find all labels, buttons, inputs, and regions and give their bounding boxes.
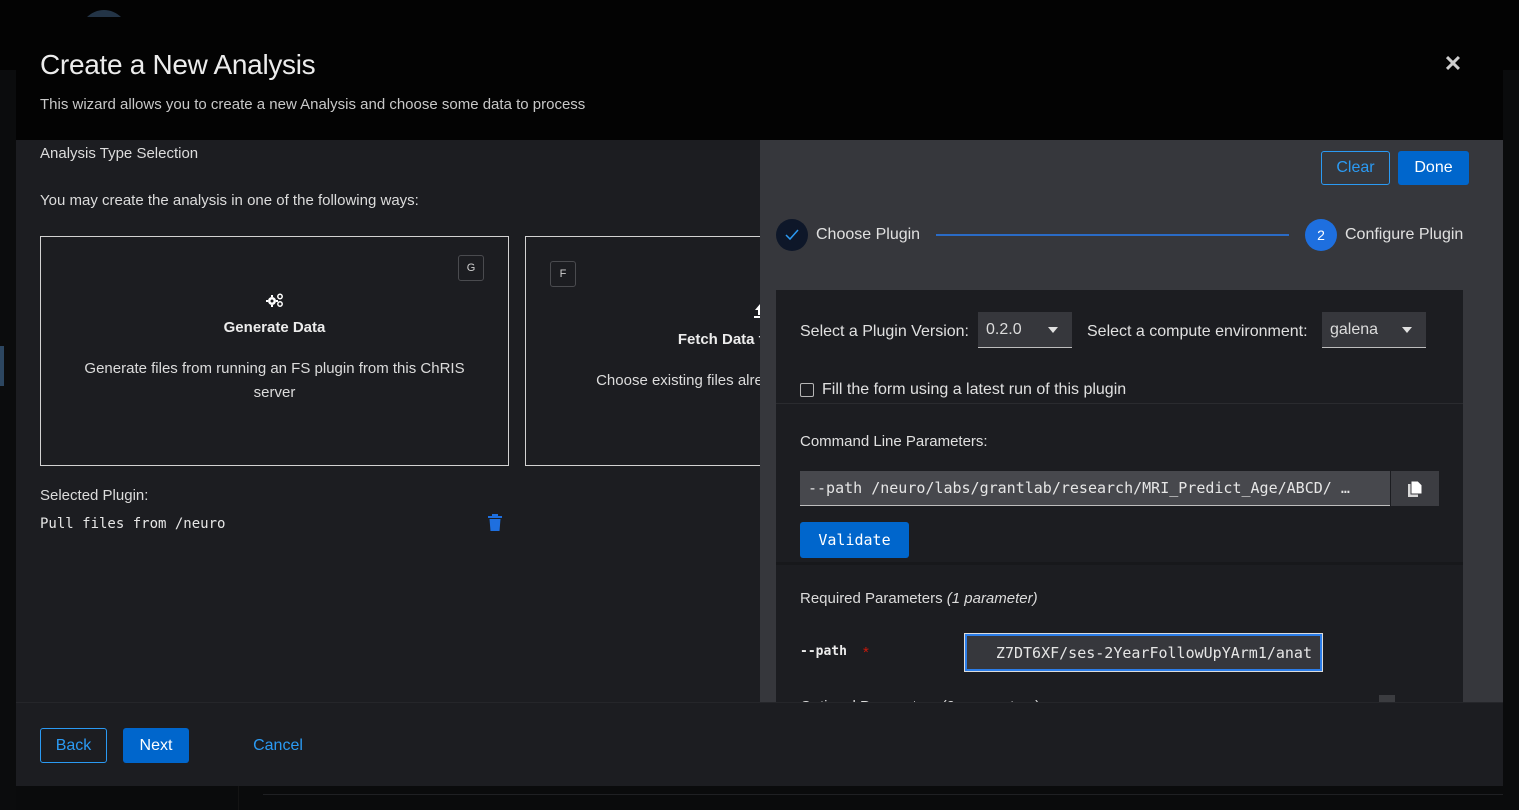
command-line-label: Command Line Parameters: [800, 433, 988, 450]
compute-env-select[interactable]: galena [1322, 312, 1426, 348]
selected-plugin-value: Pull files from /neuro [40, 516, 226, 532]
validate-button[interactable]: Validate [800, 522, 909, 558]
plugin-version-value: 0.2.0 [986, 320, 1022, 338]
next-button[interactable]: Next [123, 728, 189, 763]
required-params-label: Required Parameters [800, 590, 943, 607]
step-complete-indicator [776, 219, 808, 251]
path-param-value: Z7DT6XF/ses-2YearFollowUpYArm1/anat [995, 643, 1312, 662]
required-params-title: Required Parameters (1 parameter) [800, 590, 1038, 607]
command-line-value: --path /neuro/labs/grantlab/research/MRI… [808, 479, 1350, 497]
trash-icon [488, 514, 502, 531]
caret-down-icon [1402, 327, 1412, 333]
background-sidebar [0, 70, 16, 810]
check-icon [785, 229, 799, 241]
required-params-count: (1 parameter) [946, 590, 1038, 607]
step-current-indicator: 2 [1305, 219, 1337, 251]
path-param-input[interactable]: Z7DT6XF/ses-2YearFollowUpYArm1/anat [964, 633, 1323, 672]
modal-description: This wizard allows you to create a new A… [40, 96, 586, 113]
shortcut-key: F [550, 261, 576, 287]
fill-form-checkbox[interactable] [800, 383, 814, 397]
compute-env-value: galena [1330, 320, 1379, 338]
create-analysis-modal: Create a New Analysis This wizard allows… [16, 17, 1503, 786]
step-connector [936, 234, 1289, 236]
cogs-icon [41, 293, 508, 309]
remove-plugin-button[interactable] [487, 514, 503, 532]
wizard-steps: Choose Plugin 2 Configure Plugin [776, 219, 1466, 251]
plugin-config-drawer: Clear Done Choose Plugin 2 Configure Plu… [760, 140, 1503, 702]
selected-plugin-label: Selected Plugin: [40, 487, 149, 504]
modal-title: Create a New Analysis [40, 49, 316, 80]
close-button[interactable]: ✕ [1440, 51, 1466, 77]
plugin-version-select[interactable]: 0.2.0 [978, 312, 1072, 348]
background-sidebar-active-item [0, 346, 4, 386]
analysis-type-subheading: You may create the analysis in one of th… [40, 192, 419, 209]
copy-button[interactable] [1391, 471, 1439, 506]
plugin-form: Select a Plugin Version: 0.2.0 Select a … [776, 290, 1463, 702]
background-divider [263, 794, 1503, 795]
done-button[interactable]: Done [1398, 151, 1469, 185]
plugin-version-label: Select a Plugin Version: [800, 323, 969, 340]
cancel-button[interactable]: Cancel [248, 728, 308, 763]
modal-header: Create a New Analysis This wizard allows… [16, 17, 1503, 140]
step-choose-plugin[interactable]: Choose Plugin [816, 226, 920, 244]
shortcut-key: G [458, 255, 484, 281]
modal-footer: Back Next Cancel [16, 702, 1503, 786]
section-divider [776, 562, 1463, 565]
analysis-type-heading: Analysis Type Selection [40, 145, 199, 162]
clear-button[interactable]: Clear [1321, 151, 1390, 185]
fill-form-label: Fill the form using a latest run of this… [822, 381, 1127, 398]
command-line-input[interactable]: --path /neuro/labs/grantlab/research/MRI… [800, 471, 1390, 506]
modal-body: Analysis Type Selection You may create t… [16, 140, 1503, 702]
background-divider [238, 786, 239, 810]
scrollbar-thumb[interactable] [1379, 695, 1395, 702]
compute-env-label: Select a compute environment: [1087, 323, 1308, 340]
close-icon: ✕ [1443, 51, 1463, 76]
copy-icon [1408, 480, 1422, 497]
plugin-options-row: Select a Plugin Version: 0.2.0 Select a … [776, 290, 1463, 404]
back-button[interactable]: Back [40, 728, 107, 763]
step-configure-plugin[interactable]: Configure Plugin [1345, 226, 1463, 244]
card-description: Generate files from running an FS plugin… [84, 360, 465, 401]
generate-data-card[interactable]: G Generate Data Generate files from runn… [40, 236, 509, 466]
param-name-path: --path [800, 644, 847, 659]
required-marker: * [863, 644, 869, 661]
card-title: Generate Data [223, 319, 326, 336]
caret-down-icon [1048, 327, 1058, 333]
